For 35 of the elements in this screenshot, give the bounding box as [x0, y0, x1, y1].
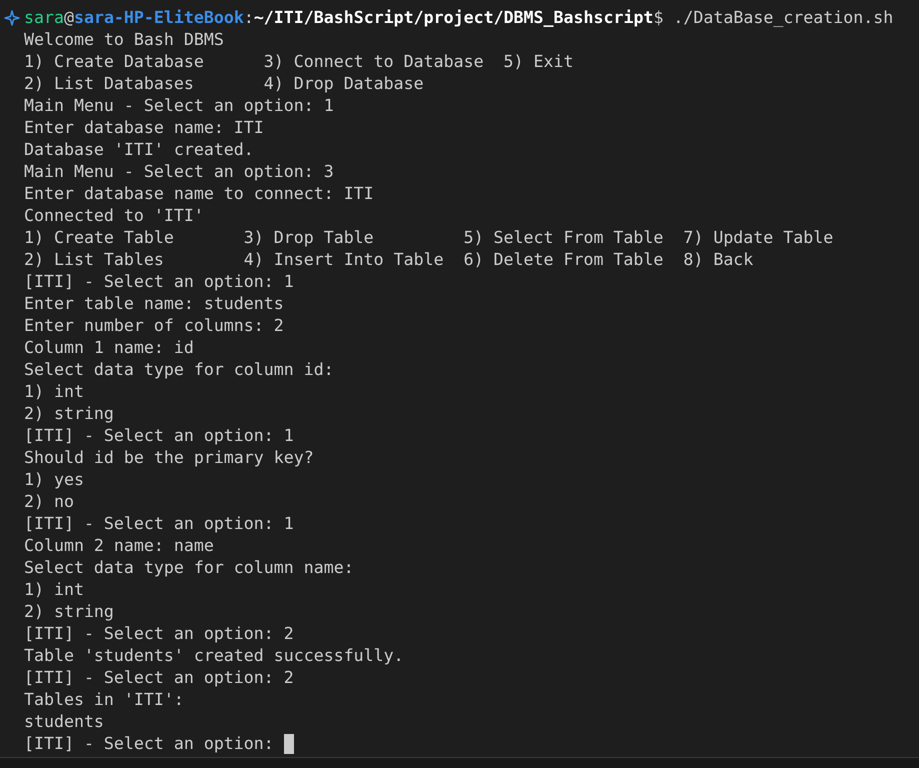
terminal-line: [ITI] - Select an option: 1: [24, 271, 294, 293]
terminal-line: [ITI] - Select an option: 1: [24, 425, 294, 447]
terminal-line: Select data type for column name:: [24, 557, 354, 579]
terminal-line: 2) List Tables 4) Insert Into Table 6) Delete From Table 8) Back: [24, 249, 754, 271]
terminal-line: 1) Create Table 3) Drop Table 5) Select From Table 7) Update Table: [24, 227, 834, 249]
terminal-line: Column 2 name: name: [24, 535, 214, 557]
terminal-line: 2) List Databases 4) Drop Database: [24, 73, 424, 95]
terminal-line: Main Menu - Select an option: 1: [24, 95, 334, 117]
terminal-line: Connected to 'ITI': [24, 205, 204, 227]
prompt-line: sara@sara-HP-EliteBook:~/ITI/BashScript/project/DBMS_Bashscript$ ./DataBase_creation.sh: [24, 7, 894, 29]
terminal-line: Enter database name to connect: ITI: [24, 183, 374, 205]
terminal-line: 1) Create Database 3) Connect to Database 5) Exit: [24, 51, 574, 73]
terminal-line: 2) string: [24, 601, 114, 623]
terminal-line: 2) string: [24, 403, 114, 425]
terminal-line: 1) yes: [24, 469, 84, 491]
terminal-line: Main Menu - Select an option: 3: [24, 161, 334, 183]
terminal-line: Column 1 name: id: [24, 337, 194, 359]
terminal-line: Database 'ITI' created.: [24, 139, 254, 161]
terminal-line: Welcome to Bash DBMS: [24, 29, 224, 51]
terminal-line: [ITI] - Select an option: 1: [24, 513, 294, 535]
terminal-line: 1) int: [24, 579, 84, 601]
terminal-line: 2) no: [24, 491, 74, 513]
terminal-line: 1) int: [24, 381, 84, 403]
terminal-line: Should id be the primary key?: [24, 447, 314, 469]
terminal-line: students: [24, 711, 104, 733]
terminal-line: Tables in 'ITI':: [24, 689, 184, 711]
terminal-line: [ITI] - Select an option: 2: [24, 623, 294, 645]
input-prompt: [ITI] - Select an option:: [24, 733, 275, 755]
terminal-line: [ITI] - Select an option: 2: [24, 667, 294, 689]
terminal-line: Table 'students' created successfully.: [24, 645, 404, 667]
terminal-line: Enter table name: students: [24, 293, 284, 315]
terminal-line: Enter number of columns: 2: [24, 315, 284, 337]
terminal-line: Select data type for column id:: [24, 359, 334, 381]
sparkle-icon: [4, 10, 20, 26]
terminal-line: Enter database name: ITI: [24, 117, 264, 139]
